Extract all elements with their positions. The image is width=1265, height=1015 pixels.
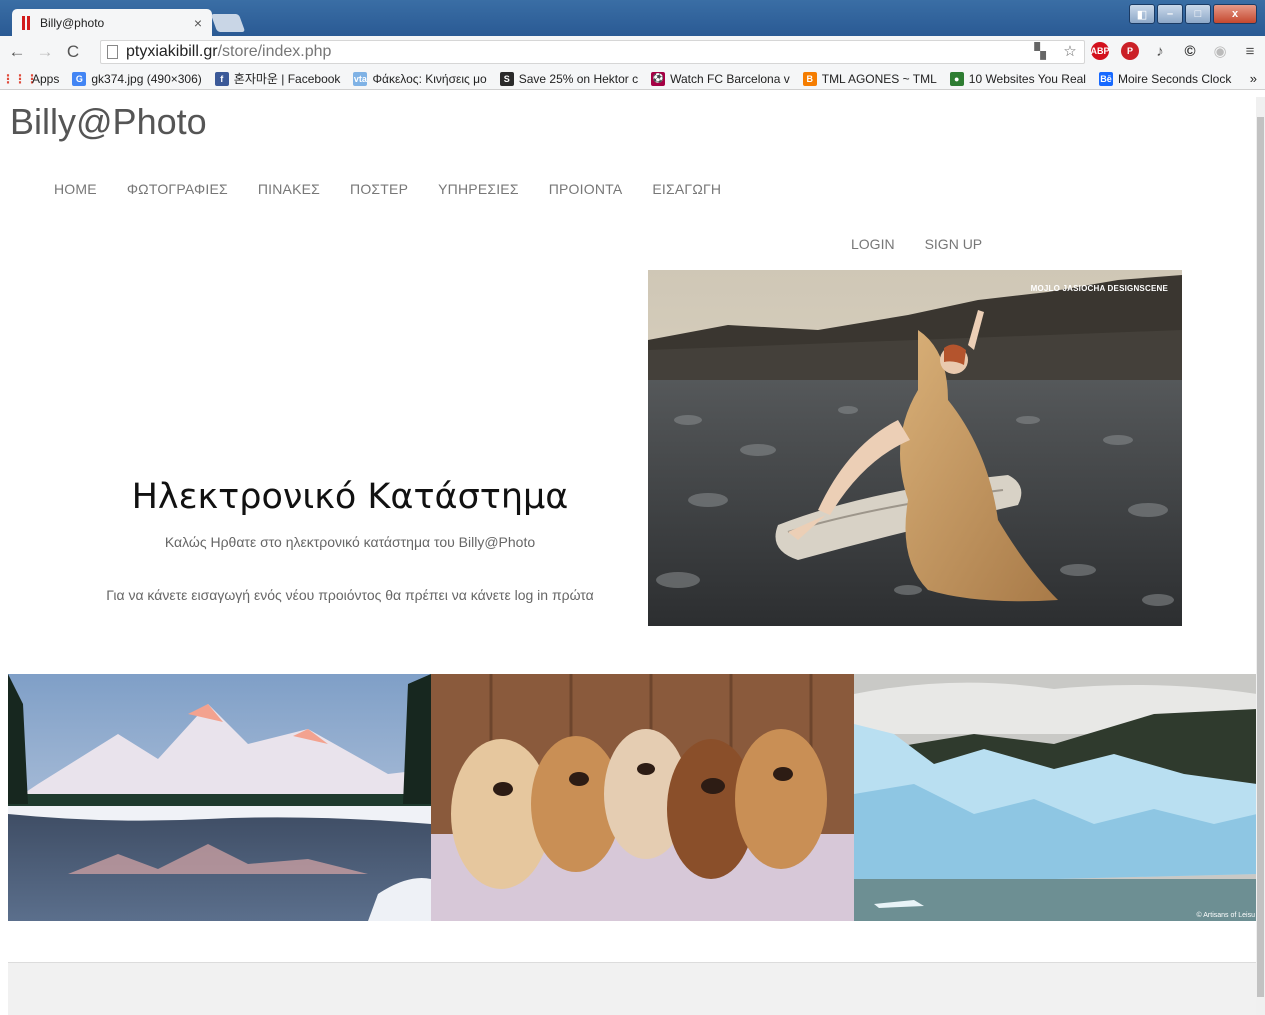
back-arrow-icon[interactable]: ← <box>6 42 28 62</box>
bookmark-item[interactable]: f 혼자마운 | Facebook <box>214 70 341 87</box>
main-nav: HOME ΦΩΤΟΓΡΑΦΙΕΣ ΠΙΝΑΚΕΣ ΠΟΣΤΕΡ ΥΠΗΡΕΣΙΕ… <box>54 181 721 197</box>
pinterest-icon[interactable]: P <box>1121 42 1139 60</box>
forward-arrow-icon[interactable]: → <box>34 42 56 62</box>
bookmark-item[interactable]: B TML AGONES ~ TML <box>802 71 937 86</box>
bookmark-item[interactable]: vta Φάκελος: Κινήσεις μο <box>353 71 487 86</box>
page-footer <box>8 962 1257 1015</box>
bookmark-label: Moire Seconds Clock <box>1117 71 1232 86</box>
adblock-plus-icon[interactable]: ABP <box>1091 42 1110 60</box>
bookmark-item[interactable]: ● 10 Websites You Real <box>949 71 1086 86</box>
bookmark-label: Apps <box>32 71 60 86</box>
nav-photos[interactable]: ΦΩΤΟΓΡΑΦΙΕΣ <box>127 181 228 197</box>
bookmark-label: gk374.jpg (490×306) <box>91 71 202 86</box>
behance-icon: Bē <box>1098 71 1113 86</box>
bookmarks-bar: ⋮⋮⋮ Apps Ggk374.jpg (490×306) f 혼자마운 | Faceb… <box>0 68 1265 90</box>
url-path: /store/index.php <box>217 43 332 60</box>
translate-icon[interactable]: ▚ <box>1031 42 1049 60</box>
gallery-credit: © Artisans of Leisu <box>1196 912 1255 919</box>
site-favicon-icon <box>22 15 32 30</box>
gallery-photo-mountain-lake[interactable] <box>8 674 431 921</box>
hero-photo: MOJLO JASIOCHA DESIGNSCENE <box>648 270 1182 626</box>
steam-icon: S <box>499 71 514 86</box>
facebook-icon: f <box>214 71 229 86</box>
google-icon: G <box>72 71 87 86</box>
hero-subtitle: Καλώς Ηρθατε στο ηλεκτρονικό κατάστημα τ… <box>164 534 536 550</box>
tab-title: Billy@photo <box>40 15 105 30</box>
browser-toolbar: ← → C ptyxiakibill.gr/store/index.php ▚ ☆… <box>0 36 1265 68</box>
nav-home[interactable]: HOME <box>54 181 97 197</box>
page-icon <box>107 45 118 59</box>
address-bar[interactable]: ptyxiakibill.gr/store/index.php <box>100 40 1085 64</box>
nav-posters[interactable]: ΠΟΣΤΕΡ <box>350 181 408 197</box>
tool-extension-icon[interactable]: ♪ <box>1151 42 1169 60</box>
bookmark-label: Save 25% on Hektor c <box>518 71 639 86</box>
browser-tab[interactable]: Billy@photo × <box>12 9 212 36</box>
window-controls: ◧ – □ x <box>1129 4 1257 24</box>
hero-login-note: Για να κάνετε εισαγωγή ενός νέου προιόντ… <box>106 587 594 603</box>
scrollbar-thumb[interactable] <box>1257 117 1264 997</box>
gallery-photo-puppies[interactable] <box>431 674 854 921</box>
new-tab-button[interactable] <box>210 14 246 32</box>
green-dot-icon: ● <box>949 71 964 86</box>
page-scrollbar[interactable] <box>1256 97 1265 1015</box>
bookmark-label: 10 Websites You Real <box>968 71 1086 86</box>
bookmarks-overflow-button[interactable]: » <box>1250 71 1257 86</box>
barcelona-crest-icon: ⚽ <box>651 71 666 86</box>
vta-icon: vta <box>353 71 368 86</box>
nav-services[interactable]: ΥΠΗΡΕΣΙΕΣ <box>438 181 519 197</box>
nav-products[interactable]: ΠΡΟΙΟΝΤΑ <box>549 181 623 197</box>
gallery-photo-glacier[interactable]: © Artisans of Leisu <box>854 674 1257 921</box>
bookmark-item[interactable]: Bē Moire Seconds Clock <box>1098 71 1232 86</box>
nav-insert[interactable]: ΕΙΣΑΓΩΓΗ <box>652 181 721 197</box>
window-titlebar: Billy@photo × ◧ – □ x <box>0 0 1265 36</box>
bookmark-item[interactable]: S Save 25% on Hektor c <box>499 71 639 86</box>
signup-link[interactable]: SIGN UP <box>925 236 983 252</box>
blogger-icon: B <box>802 71 817 86</box>
bookmark-label: Watch FC Barcelona v <box>670 71 790 86</box>
photo-watermark: MOJLO JASIOCHA DESIGNSCENE <box>1030 284 1168 293</box>
close-window-button[interactable]: x <box>1213 4 1257 24</box>
close-tab-icon[interactable]: × <box>194 15 202 31</box>
bookmark-label: 혼자마운 | Facebook <box>233 72 341 86</box>
chrome-menu-icon[interactable]: ≡ <box>1241 42 1259 60</box>
apps-grid-icon: ⋮⋮⋮ <box>2 71 38 86</box>
bookmark-star-icon[interactable]: ☆ <box>1061 42 1079 60</box>
photo-gallery: © Artisans of Leisu <box>8 674 1257 921</box>
copyright-extension-icon[interactable]: © <box>1181 42 1199 60</box>
bookmark-item[interactable]: ⋮⋮⋮ Apps <box>2 71 60 86</box>
bookmark-item[interactable]: ⚽ Watch FC Barcelona v <box>651 71 790 86</box>
profile-button[interactable]: ◧ <box>1129 4 1155 24</box>
maximize-button[interactable]: □ <box>1185 4 1211 24</box>
auth-nav: LOGIN SIGN UP <box>851 236 982 252</box>
bookmark-label: Φάκελος: Κινήσεις μο <box>372 71 487 86</box>
site-brand[interactable]: Billy@Photo <box>10 101 207 143</box>
bookmark-item[interactable]: Ggk374.jpg (490×306) <box>72 71 202 86</box>
minimize-button[interactable]: – <box>1157 4 1183 24</box>
login-link[interactable]: LOGIN <box>851 236 895 252</box>
extension-icons: ▚ ☆ ABP P ♪ © ◉ ≡ <box>1031 42 1259 60</box>
nav-paintings[interactable]: ΠΙΝΑΚΕΣ <box>258 181 320 197</box>
hero-title: Ηλεκτρονικό Κατάστημα <box>131 477 569 517</box>
reload-icon[interactable]: C <box>62 42 84 62</box>
bookmark-label: TML AGONES ~ TML <box>821 71 937 86</box>
url-host: ptyxiakibill.gr <box>126 43 218 60</box>
browser-chrome: Billy@photo × ◧ – □ x ← → C ptyxiakibill… <box>0 0 1265 97</box>
page-content: Billy@Photo HOME ΦΩΤΟΓΡΑΦΙΕΣ ΠΙΝΑΚΕΣ ΠΟΣ… <box>0 97 1265 1015</box>
grey-circle-extension-icon[interactable]: ◉ <box>1211 42 1229 60</box>
